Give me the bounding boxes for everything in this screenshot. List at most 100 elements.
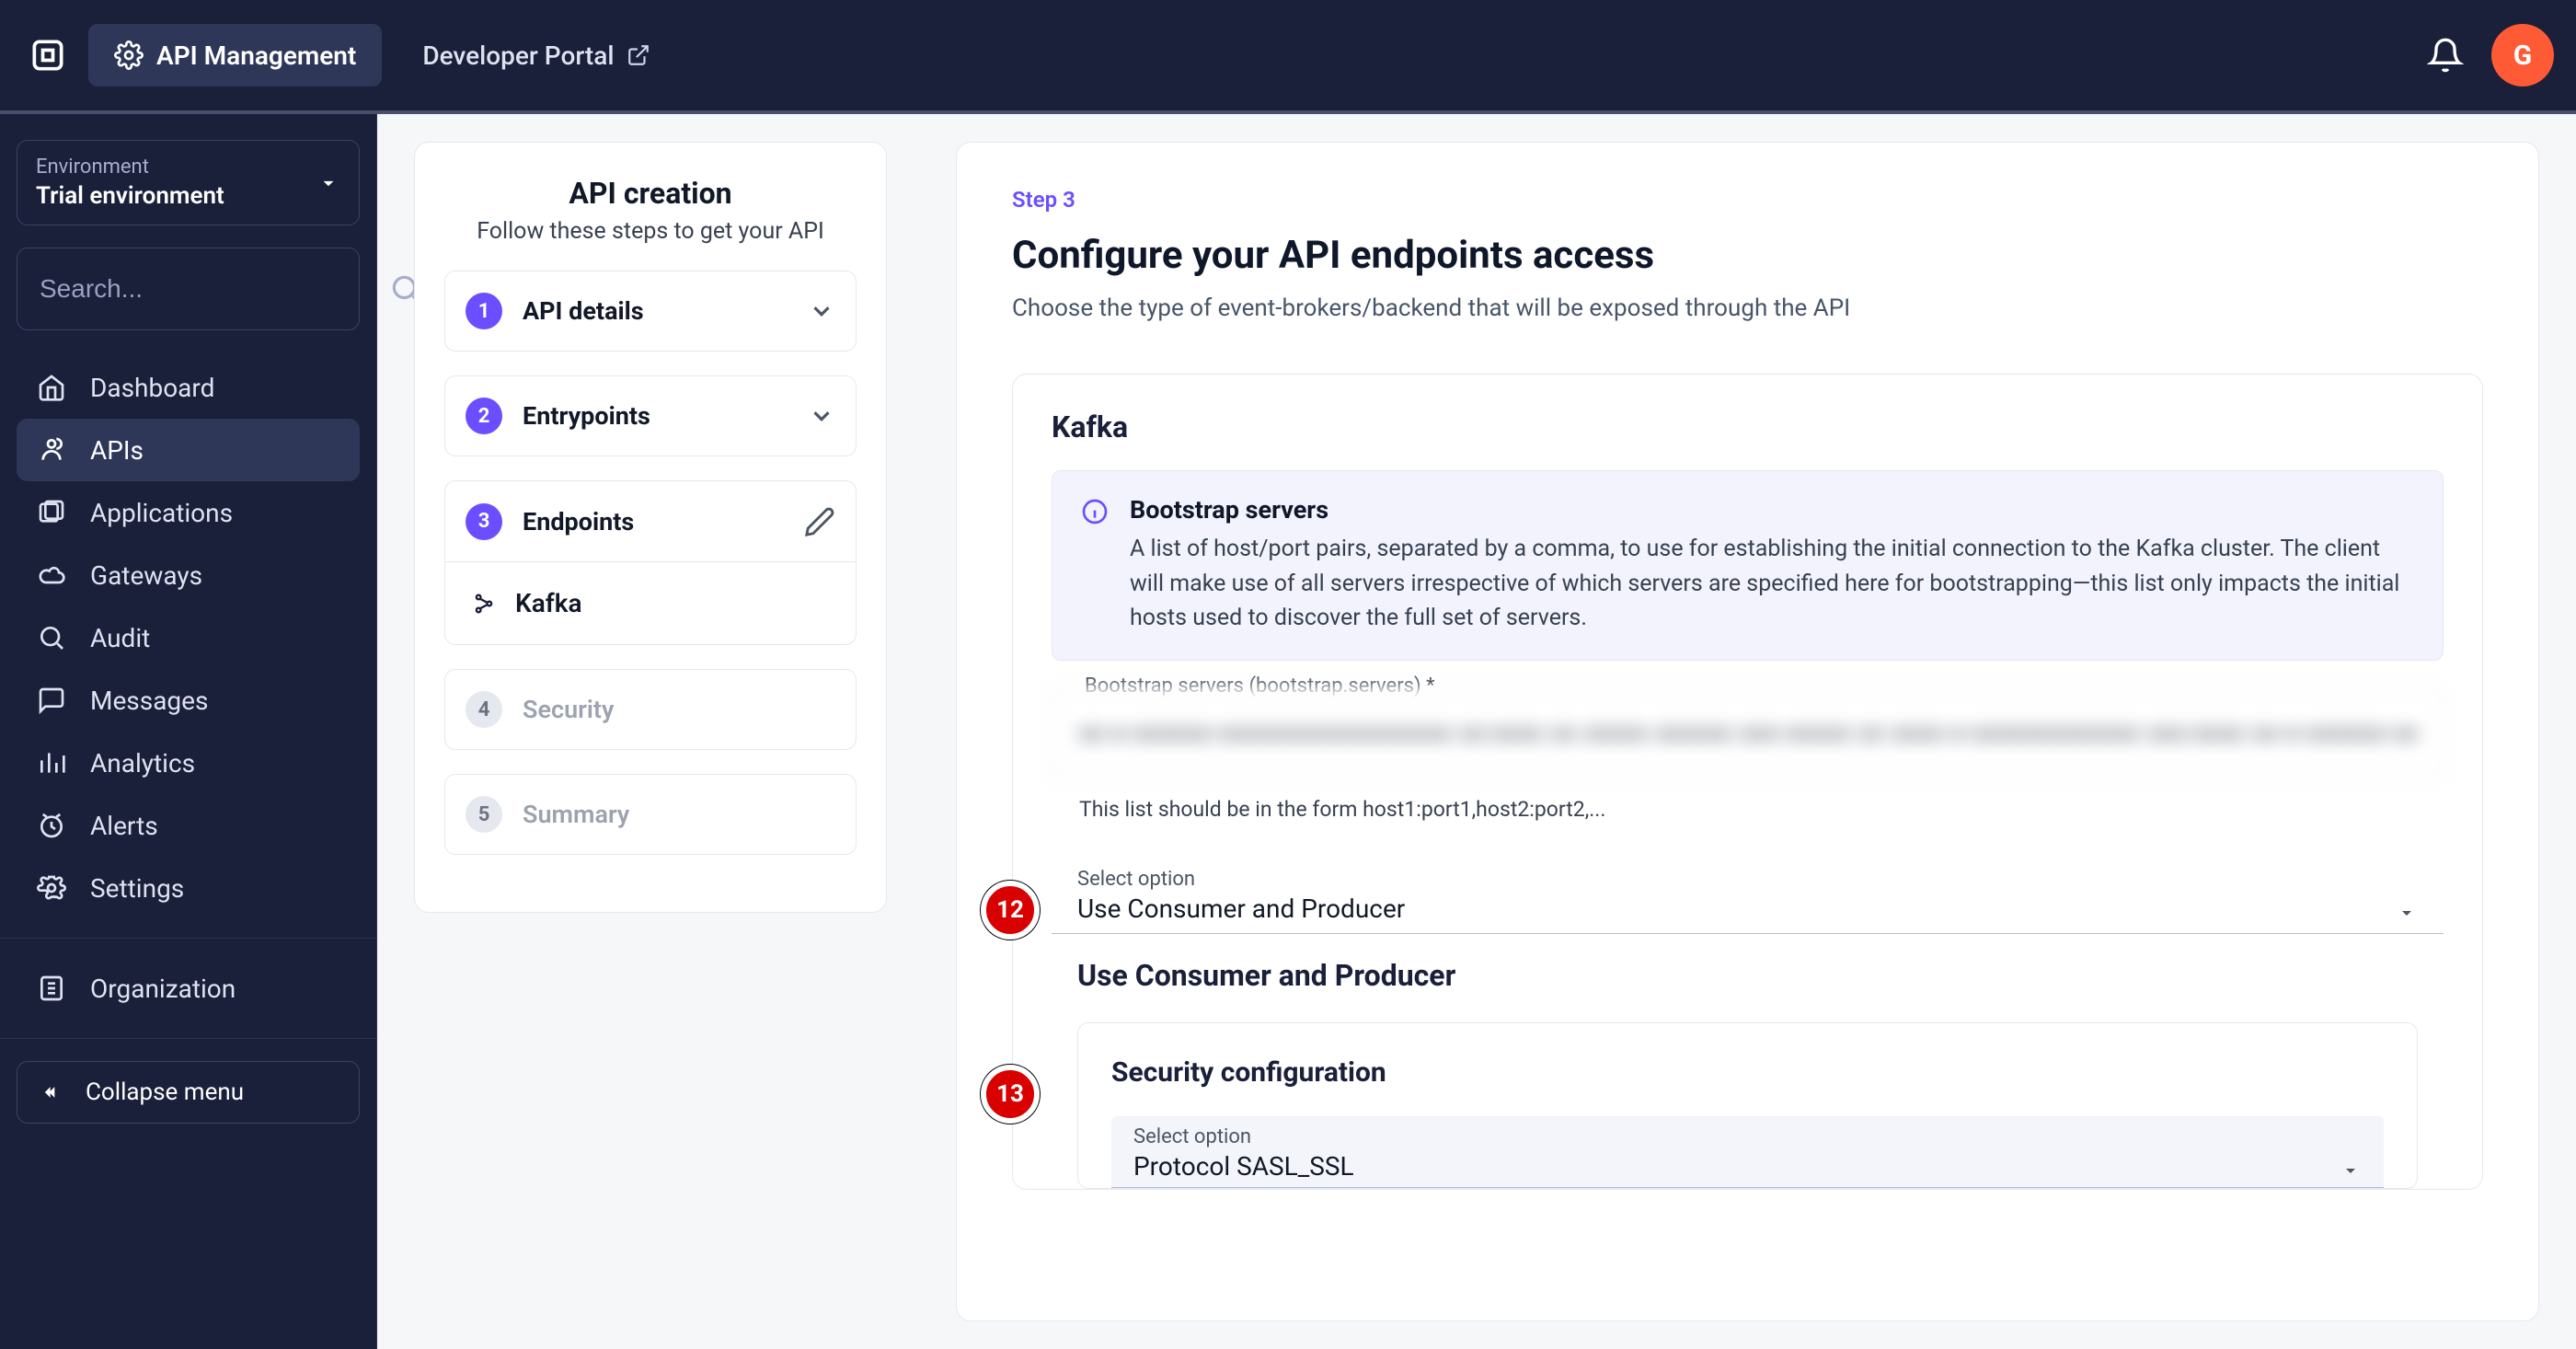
chevron-down-icon bbox=[316, 171, 340, 195]
sidebar-label: Settings bbox=[90, 873, 184, 904]
collapse-icon bbox=[40, 1079, 65, 1105]
sidebar-label: Analytics bbox=[90, 748, 195, 778]
input-helper: This list should be in the form host1:po… bbox=[1079, 797, 2444, 822]
sidebar-item-settings[interactable]: Settings bbox=[17, 857, 360, 919]
kafka-section: 12 13 Kafka Bootstrap servers A list of … bbox=[1012, 374, 2483, 1190]
environment-selector[interactable]: Environment Trial environment bbox=[17, 140, 360, 225]
divider bbox=[0, 1038, 376, 1039]
select-label: Select option bbox=[1077, 868, 1405, 891]
select-value: Protocol SASL_SSL bbox=[1133, 1151, 1354, 1182]
sidebar-label: APIs bbox=[90, 435, 144, 466]
avatar-initial: G bbox=[2491, 24, 2554, 86]
stepper-header: API creation Follow these steps to get y… bbox=[444, 176, 857, 245]
sidebar-label: Gateways bbox=[90, 560, 202, 591]
notifications-button[interactable] bbox=[2414, 24, 2477, 86]
annotation-badge-13: 13 bbox=[981, 1065, 1040, 1124]
consumer-producer-select[interactable]: Select option Use Consumer and Producer bbox=[1052, 859, 2444, 934]
content-subtitle: Choose the type of event-brokers/backend… bbox=[1012, 294, 2483, 322]
sidebar-label: Applications bbox=[90, 498, 233, 528]
user-avatar[interactable]: G bbox=[2491, 24, 2554, 86]
content-title: Configure your API endpoints access bbox=[1012, 233, 2483, 278]
apis-icon bbox=[35, 433, 68, 467]
step-number: 4 bbox=[466, 691, 502, 728]
step-label: Entrypoints bbox=[523, 401, 788, 431]
sidebar-item-messages[interactable]: Messages bbox=[17, 669, 360, 732]
magnify-icon bbox=[35, 621, 68, 654]
step-summary[interactable]: 5 Summary bbox=[444, 774, 857, 855]
clock-icon bbox=[35, 809, 68, 842]
nav-api-management[interactable]: API Management bbox=[88, 24, 382, 86]
info-icon bbox=[1078, 495, 1111, 528]
sidebar-label: Audit bbox=[90, 623, 150, 653]
info-title: Bootstrap servers bbox=[1130, 495, 2417, 525]
sidebar-item-dashboard[interactable]: Dashboard bbox=[17, 356, 360, 419]
sidebar-item-organization[interactable]: Organization bbox=[17, 957, 360, 1020]
edit-icon[interactable] bbox=[804, 506, 835, 537]
cloud-icon bbox=[35, 559, 68, 592]
step-sub-label: Kafka bbox=[515, 588, 582, 618]
external-link-icon bbox=[627, 43, 650, 67]
step-endpoints-group: 3 Endpoints Kafka bbox=[444, 480, 857, 645]
info-card: Bootstrap servers A list of host/port pa… bbox=[1052, 470, 2444, 661]
step-label: Summary bbox=[523, 800, 835, 829]
bell-icon bbox=[2427, 37, 2464, 74]
step-security[interactable]: 4 Security bbox=[444, 669, 857, 750]
search-input[interactable] bbox=[40, 274, 372, 304]
annotation-badge-12: 12 bbox=[981, 881, 1040, 940]
chevron-down-icon bbox=[2340, 1159, 2362, 1182]
sidebar-item-audit[interactable]: Audit bbox=[17, 606, 360, 669]
select-label: Select option bbox=[1133, 1125, 1354, 1148]
sidebar-item-alerts[interactable]: Alerts bbox=[17, 794, 360, 857]
organization-icon bbox=[35, 972, 68, 1005]
bootstrap-servers-field: Bootstrap servers (bootstrap.servers) * bbox=[1052, 686, 2444, 778]
sidebar-label: Alerts bbox=[90, 811, 158, 841]
step-number: 2 bbox=[466, 398, 502, 434]
step-entrypoints[interactable]: 2 Entrypoints bbox=[444, 375, 857, 456]
collapse-menu-button[interactable]: Collapse menu bbox=[17, 1061, 360, 1124]
gear-icon bbox=[35, 871, 68, 905]
security-card: Security configuration Select option Pro… bbox=[1077, 1022, 2418, 1189]
info-desc: A list of host/port pairs, separated by … bbox=[1130, 532, 2417, 636]
chevron-down-icon bbox=[808, 297, 835, 325]
content-pane: Step 3 Configure your API endpoints acce… bbox=[956, 142, 2539, 1321]
step-endpoints-sub[interactable]: Kafka bbox=[445, 562, 856, 644]
chevron-down-icon bbox=[808, 402, 835, 430]
step-number: 1 bbox=[466, 293, 502, 329]
env-label: Environment bbox=[36, 156, 224, 179]
sidebar-label: Organization bbox=[90, 974, 236, 1004]
consumer-producer-heading: Use Consumer and Producer bbox=[1077, 958, 2444, 993]
step-chip: Step 3 bbox=[1012, 187, 2483, 213]
home-icon bbox=[35, 371, 68, 404]
logo bbox=[22, 29, 74, 81]
env-value: Trial environment bbox=[36, 182, 224, 210]
sidebar-item-apis[interactable]: APIs bbox=[17, 419, 360, 481]
messages-icon bbox=[35, 684, 68, 717]
kafka-icon bbox=[471, 591, 497, 617]
sidebar-label: Messages bbox=[90, 686, 208, 716]
analytics-icon bbox=[35, 746, 68, 779]
select-value: Use Consumer and Producer bbox=[1077, 894, 1405, 924]
sidebar-item-analytics[interactable]: Analytics bbox=[17, 732, 360, 794]
sidebar-label: Dashboard bbox=[90, 373, 214, 403]
nav-developer-portal[interactable]: Developer Portal bbox=[397, 24, 676, 86]
sidebar: Environment Trial environment Dashboard … bbox=[0, 114, 377, 1349]
kafka-heading: Kafka bbox=[1052, 409, 2444, 444]
sidebar-item-gateways[interactable]: Gateways bbox=[17, 544, 360, 606]
bootstrap-servers-input[interactable] bbox=[1052, 686, 2444, 778]
stepper-card: API creation Follow these steps to get y… bbox=[414, 142, 887, 913]
stepper-subtitle: Follow these steps to get your API bbox=[444, 218, 857, 245]
step-label: Endpoints bbox=[523, 507, 784, 536]
step-label: API details bbox=[523, 296, 788, 326]
nav-label: Developer Portal bbox=[422, 40, 614, 71]
step-endpoints[interactable]: 3 Endpoints bbox=[445, 481, 856, 562]
step-api-details[interactable]: 1 API details bbox=[444, 271, 857, 352]
main-content: API creation Follow these steps to get y… bbox=[377, 114, 2576, 1349]
applications-icon bbox=[35, 496, 68, 529]
divider bbox=[0, 938, 376, 939]
chevron-down-icon bbox=[2396, 902, 2418, 924]
protocol-select[interactable]: Select option Protocol SASL_SSL bbox=[1111, 1116, 2384, 1188]
content-card: Step 3 Configure your API endpoints acce… bbox=[956, 142, 2539, 1321]
nav-label: API Management bbox=[156, 40, 356, 71]
sidebar-item-applications[interactable]: Applications bbox=[17, 481, 360, 544]
search-input-wrapper[interactable] bbox=[17, 248, 360, 330]
